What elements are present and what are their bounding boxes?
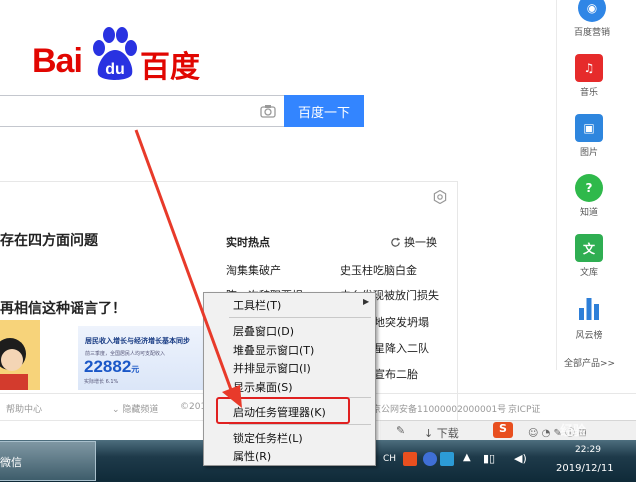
menu-separator [229, 424, 371, 425]
menu-item-toolbars[interactable]: 工具栏(T) [233, 297, 281, 313]
volume-icon[interactable]: ◀) [514, 452, 527, 465]
search-button[interactable]: 百度一下 [284, 95, 364, 127]
ad-number: 22882元 [84, 357, 140, 376]
menu-item-lock-taskbar[interactable]: 锁定任务栏(L) [233, 430, 303, 446]
show-hidden-icons[interactable]: ▲ [463, 452, 471, 463]
logo-latin: Bai [32, 42, 83, 80]
chevron-down-icon: ⌄ [112, 405, 123, 415]
download-button[interactable]: ↓ 下载 [424, 425, 459, 441]
camera-icon[interactable] [260, 104, 276, 118]
news-headline[interactable]: 再相信这种谣言了！ [0, 298, 126, 318]
download-icon: ↓ [424, 427, 437, 440]
music-icon: ♫ [575, 54, 603, 82]
ime-indicator[interactable]: CH [383, 454, 396, 464]
search-input[interactable] [0, 95, 284, 127]
icp-link[interactable]: 京公网安备11000002000001号 [372, 402, 506, 415]
menu-item-side-by-side[interactable]: 并排显示窗口(I) [233, 360, 311, 376]
sogou-icon[interactable]: S [493, 422, 513, 438]
pin-icon[interactable]: ✎ [396, 424, 405, 437]
ad-title: 居民收入增长与经济增长基本同步 [85, 337, 190, 345]
refresh-button[interactable]: 换一换 [390, 234, 437, 250]
sidebar-item-wenku[interactable]: 文 文库 [559, 234, 619, 278]
sidebar-item-ranking[interactable]: 风云榜 [559, 294, 619, 341]
clock-time[interactable]: 22:29 [575, 445, 601, 455]
ad-footnote: 实际增长 6.1% [84, 379, 119, 385]
hide-channel-link[interactable]: ⌄ 隐藏频道 [112, 402, 158, 415]
sogou-tray-icon[interactable] [403, 452, 417, 466]
hot-title: 实时热点 [226, 236, 270, 249]
hot-item[interactable]: 淘集集破产 [226, 262, 281, 278]
hot-item[interactable]: 宣布二胎 [374, 366, 418, 382]
logo-du: du [105, 61, 125, 78]
menu-item-stack[interactable]: 堆叠显示窗口(T) [233, 342, 314, 358]
screen: Bai du 百度 百度一下 存在四方面问题 实时热点 换一换 淘集集破产 史玉… [0, 0, 636, 482]
help-icon[interactable] [423, 452, 437, 466]
document-icon: 文 [575, 234, 603, 262]
menu-item-properties[interactable]: 属性(R) [233, 448, 271, 464]
menu-item-show-desktop[interactable]: 显示桌面(S) [233, 379, 293, 395]
gear-icon[interactable] [433, 190, 447, 204]
menu-separator [229, 317, 371, 318]
menu-item-cascade[interactable]: 层叠窗口(D) [233, 323, 294, 339]
refresh-icon [391, 236, 401, 247]
submenu-arrow-icon: ▶ [363, 297, 370, 306]
battery-icon[interactable]: ▮▯ [483, 452, 495, 465]
hot-item[interactable]: 星降入二队 [374, 340, 429, 356]
network-icon[interactable] [440, 452, 454, 466]
logo-chinese: 百度 [140, 50, 200, 85]
ad-subtitle: 前三季度，全国居民人均可支配收入 [85, 351, 166, 357]
news-headline[interactable]: 存在四方面问题 [0, 230, 98, 250]
hot-item[interactable]: 史玉柱吃脑白金 [340, 262, 417, 278]
refresh-label: 换一换 [404, 236, 437, 249]
globe-icon: ◉ [578, 0, 606, 22]
sidebar-item-image[interactable]: ▣ 图片 [559, 114, 619, 158]
icp-license[interactable]: 京ICP证 [508, 402, 540, 415]
clock-date[interactable]: 2019/12/11 [556, 463, 614, 474]
sidebar-item-zhidao[interactable]: ? 知道 [559, 174, 619, 218]
task-manager-highlight [216, 397, 350, 424]
taskbar-app-label: 微信 [0, 456, 22, 469]
sidebar-item-music[interactable]: ♫ 音乐 [559, 54, 619, 98]
all-products-link[interactable]: 全部产品>> [564, 356, 615, 369]
paw-icon: du [93, 27, 137, 80]
cartoon-image[interactable] [0, 320, 40, 390]
image-icon: ▣ [575, 114, 603, 142]
hot-item[interactable]: 地突发坍塌 [374, 314, 429, 330]
watermark: 经验 [560, 424, 587, 439]
sidebar-item-marketing[interactable]: ◉ 百度营销 [562, 0, 622, 38]
bar-chart-icon [579, 298, 599, 320]
help-link[interactable]: 帮助中心 [6, 402, 42, 415]
question-icon: ? [575, 174, 603, 202]
